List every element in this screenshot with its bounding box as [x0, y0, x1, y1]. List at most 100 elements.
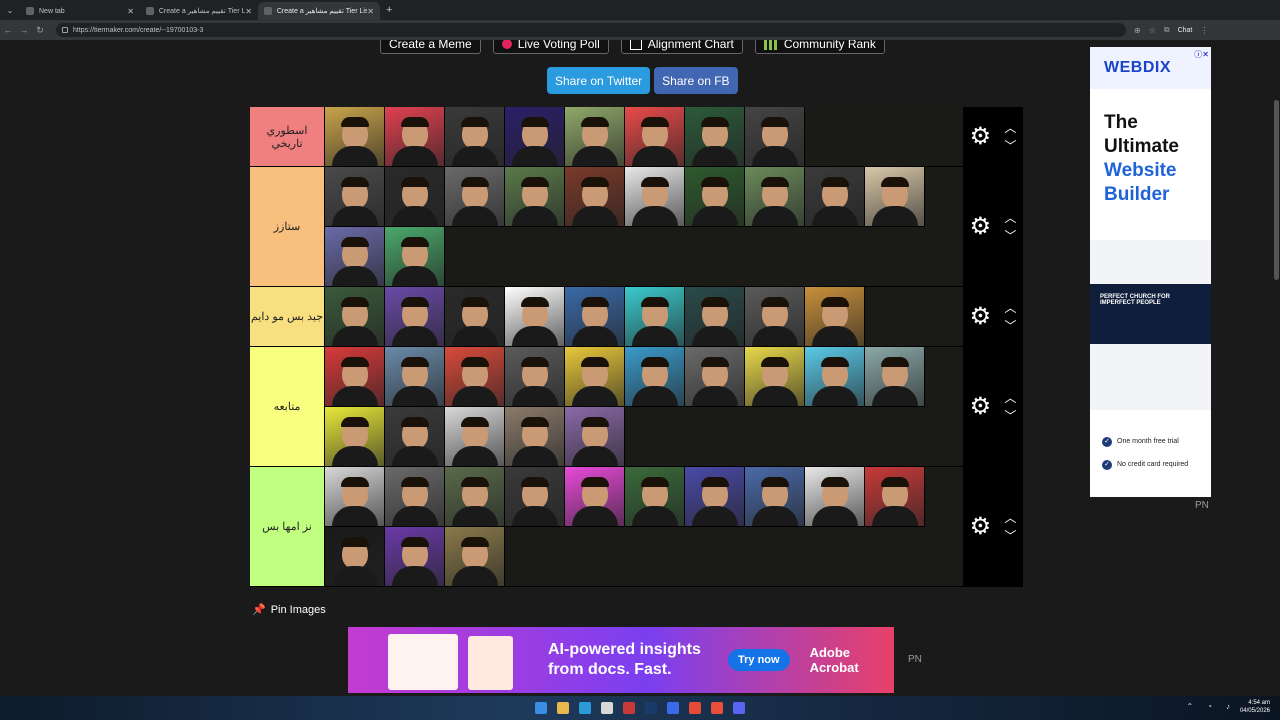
tier-item-image[interactable]: [445, 347, 505, 407]
tier-item-image[interactable]: [445, 167, 505, 227]
clock[interactable]: 4:54 am 04/05/2026: [1240, 699, 1270, 715]
tier-settings-gear-icon[interactable]: ⚙: [970, 124, 992, 149]
live-voting-poll-button[interactable]: Live Voting Poll: [492, 40, 609, 54]
move-up-chevron-icon[interactable]: ︿: [1004, 212, 1016, 224]
tier-items[interactable]: [325, 287, 963, 347]
tier-item-image[interactable]: [865, 347, 925, 407]
back-icon[interactable]: ←: [0, 25, 16, 35]
tier-item-image[interactable]: [385, 467, 445, 527]
steam-icon[interactable]: [645, 702, 657, 714]
tab-close-icon[interactable]: ✕: [367, 7, 374, 16]
volume-icon[interactable]: ♪: [1226, 702, 1230, 711]
url-field[interactable]: https://tiermaker.com/create/--19700103-…: [56, 23, 1126, 37]
pin-images-toggle[interactable]: 📌 Pin Images: [252, 603, 326, 617]
tier-item-image[interactable]: [505, 407, 565, 467]
tier-item-image[interactable]: [505, 107, 565, 167]
share-twitter-button[interactable]: Share on Twitter: [547, 67, 651, 94]
share-facebook-button[interactable]: Share on FB: [654, 67, 738, 94]
network-icon[interactable]: ◔: [1207, 702, 1212, 711]
tier-label[interactable]: متابعه: [250, 347, 325, 466]
tier-item-image[interactable]: [685, 287, 745, 347]
move-up-chevron-icon[interactable]: ︿: [1004, 392, 1016, 404]
tier-item-image[interactable]: [805, 347, 865, 407]
create-meme-button[interactable]: Create a Meme: [380, 40, 481, 54]
tier-item-image[interactable]: [325, 167, 385, 227]
tier-item-image[interactable]: [325, 527, 385, 587]
tier-item-image[interactable]: [745, 167, 805, 227]
move-down-chevron-icon[interactable]: ﹀: [1004, 410, 1016, 422]
tab-tierlist-2[interactable]: Create a تقييم مشاهير Tier List - Ti... …: [258, 2, 380, 20]
tier-item-image[interactable]: [625, 287, 685, 347]
tier-item-image[interactable]: [445, 467, 505, 527]
tier-item-image[interactable]: [445, 107, 505, 167]
alignment-chart-button[interactable]: Alignment Chart: [620, 40, 743, 54]
bookmark-star-icon[interactable]: ☆: [1149, 26, 1156, 35]
community-rank-button[interactable]: Community Rank: [754, 40, 885, 54]
tier-item-image[interactable]: [325, 287, 385, 347]
tier-label[interactable]: جيد بس مو دايم: [250, 287, 325, 346]
tier-item-image[interactable]: [565, 347, 625, 407]
start-icon[interactable]: [535, 702, 547, 714]
tier-item-image[interactable]: [745, 287, 805, 347]
app-icon[interactable]: [689, 702, 701, 714]
tier-item-image[interactable]: [565, 467, 625, 527]
tab-close-icon[interactable]: ✕: [245, 7, 252, 16]
tray-chevron-icon[interactable]: ⌃: [1186, 702, 1193, 711]
tier-item-image[interactable]: [325, 407, 385, 467]
store-icon[interactable]: [601, 702, 613, 714]
tier-item-image[interactable]: [625, 107, 685, 167]
move-down-chevron-icon[interactable]: ﹀: [1004, 140, 1016, 152]
tier-item-image[interactable]: [325, 467, 385, 527]
tier-items[interactable]: [325, 167, 963, 287]
tab-close-icon[interactable]: ✕: [127, 7, 134, 16]
move-down-chevron-icon[interactable]: ﹀: [1004, 230, 1016, 242]
tier-item-image[interactable]: [325, 107, 385, 167]
file-explorer-icon[interactable]: [557, 702, 569, 714]
tier-item-image[interactable]: [385, 167, 445, 227]
tab-new[interactable]: New tab ✕: [20, 2, 140, 20]
tier-label[interactable]: اسطوري تاريخي: [250, 107, 325, 166]
tier-label[interactable]: نز امها بس: [250, 467, 325, 586]
tier-item-image[interactable]: [865, 167, 925, 227]
tier-item-image[interactable]: [865, 467, 925, 527]
move-up-chevron-icon[interactable]: ︿: [1004, 302, 1016, 314]
bottom-advertisement[interactable]: AI-powered insights from docs. Fast. Try…: [348, 627, 894, 693]
tier-settings-gear-icon[interactable]: ⚙: [970, 514, 992, 539]
tier-item-image[interactable]: [505, 167, 565, 227]
tier-item-image[interactable]: [385, 227, 445, 287]
tier-item-image[interactable]: [445, 407, 505, 467]
menu-icon[interactable]: ⋮: [1200, 26, 1208, 35]
forward-icon[interactable]: →: [16, 25, 32, 35]
edge-icon[interactable]: [579, 702, 591, 714]
tier-item-image[interactable]: [685, 107, 745, 167]
move-down-chevron-icon[interactable]: ﹀: [1004, 320, 1016, 332]
move-down-chevron-icon[interactable]: ﹀: [1004, 530, 1016, 542]
reload-icon[interactable]: ↻: [32, 25, 48, 36]
move-up-chevron-icon[interactable]: ︿: [1004, 512, 1016, 524]
tier-item-image[interactable]: [505, 287, 565, 347]
tier-item-image[interactable]: [745, 347, 805, 407]
tier-item-image[interactable]: [385, 107, 445, 167]
tier-item-image[interactable]: [565, 287, 625, 347]
tier-item-image[interactable]: [685, 467, 745, 527]
tier-settings-gear-icon[interactable]: ⚙: [970, 394, 992, 419]
scrollbar-thumb[interactable]: [1274, 100, 1279, 280]
tier-item-image[interactable]: [625, 347, 685, 407]
install-icon[interactable]: ⊕: [1134, 26, 1141, 35]
new-tab-icon[interactable]: +: [386, 4, 392, 16]
tier-item-image[interactable]: [385, 287, 445, 347]
tier-item-image[interactable]: [325, 227, 385, 287]
tab-search-icon[interactable]: ⌄: [0, 6, 20, 15]
tab-tierlist-1[interactable]: Create a تقييم مشاهير Tier List - Ti... …: [140, 2, 258, 20]
tier-item-image[interactable]: [625, 467, 685, 527]
discord-icon[interactable]: [733, 702, 745, 714]
tier-item-image[interactable]: [685, 347, 745, 407]
chat-button[interactable]: Chat: [1178, 27, 1193, 34]
tier-settings-gear-icon[interactable]: ⚙: [970, 304, 992, 329]
tier-item-image[interactable]: [805, 167, 865, 227]
tier-items[interactable]: [325, 107, 963, 167]
tier-item-image[interactable]: [805, 467, 865, 527]
tier-item-image[interactable]: [745, 107, 805, 167]
tier-item-image[interactable]: [445, 287, 505, 347]
tier-item-image[interactable]: [385, 527, 445, 587]
